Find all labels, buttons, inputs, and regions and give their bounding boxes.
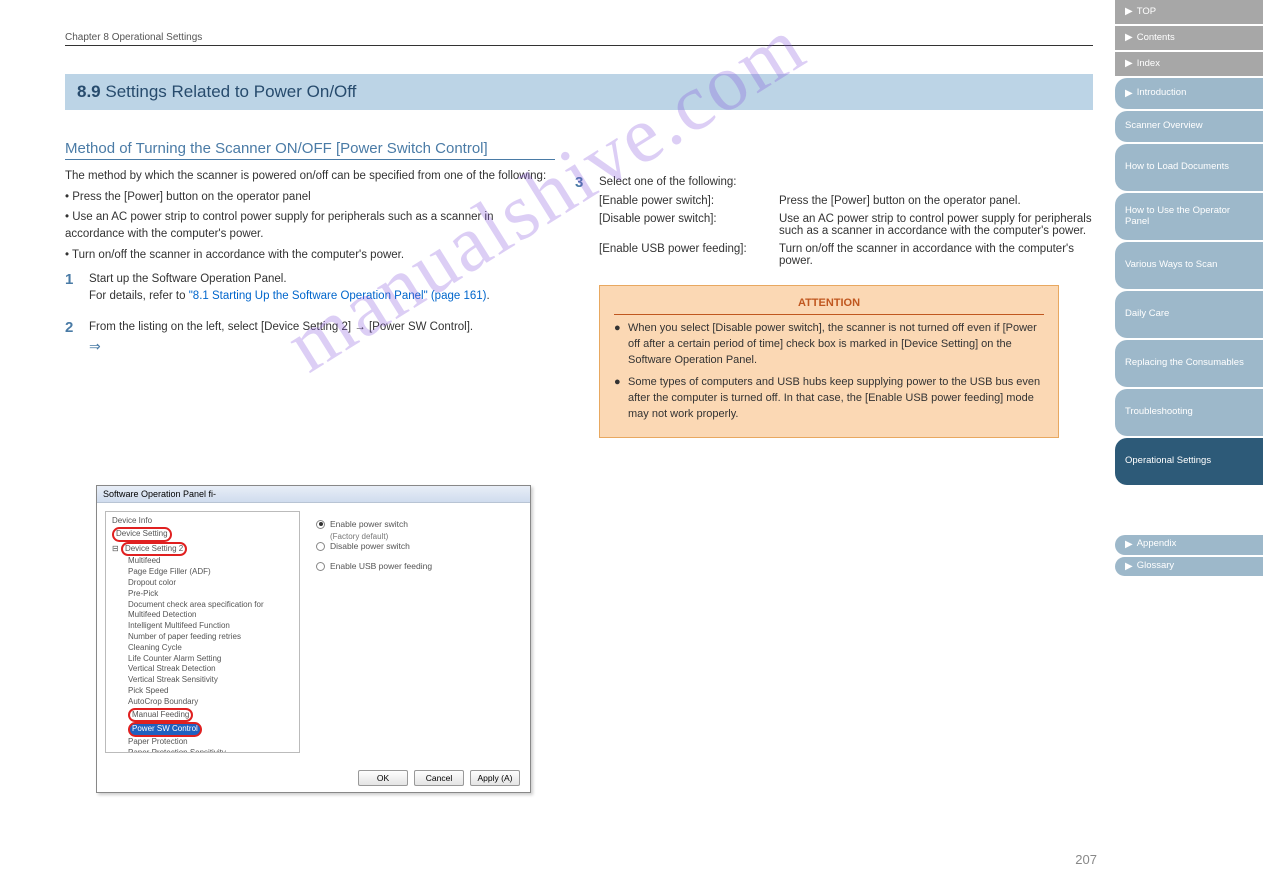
step-text: Start up the Software Operation Panel. <box>89 273 287 285</box>
bullet-icon: ● <box>614 321 628 369</box>
sidebar-nav: ▶TOP ▶Contents ▶Index ▶Introduction Scan… <box>1115 0 1263 576</box>
option-desc: Press the [Power] button on the operator… <box>779 195 1095 207</box>
tree-item[interactable]: Dropout color <box>108 578 297 589</box>
step-number: 2 <box>65 319 89 336</box>
radio-sub-label: (Factory default) <box>330 532 514 541</box>
tree-item[interactable]: Document check area specification for Mu… <box>108 600 297 622</box>
bullet-icon: ● <box>614 375 628 423</box>
ok-button[interactable]: OK <box>358 770 408 786</box>
tree-item-selected[interactable]: Power SW Control <box>108 722 297 737</box>
dialog-tree[interactable]: Device Info Device Setting ⊟ Device Sett… <box>105 511 300 753</box>
arrow-icon: ⇒ <box>89 338 101 355</box>
intro-bullet: • Use an AC power strip to control power… <box>65 209 555 242</box>
nav-glossary[interactable]: ▶Glossary <box>1115 557 1263 577</box>
nav-appendix[interactable]: ▶Appendix <box>1115 535 1263 555</box>
nav-index[interactable]: ▶Index <box>1115 52 1263 76</box>
radio-icon <box>316 542 325 551</box>
option-desc: Use an AC power strip to control power s… <box>779 213 1095 237</box>
triangle-icon: ▶ <box>1125 561 1133 573</box>
page-number: 207 <box>1075 852 1097 867</box>
tree-item[interactable]: Vertical Streak Sensitivity <box>108 675 297 686</box>
section-number: 8.9 <box>77 82 101 101</box>
attention-box: ATTENTION ●When you select [Disable powe… <box>599 285 1059 438</box>
triangle-icon: ▶ <box>1125 6 1133 18</box>
nav-contents[interactable]: ▶Contents <box>1115 26 1263 50</box>
tree-device-setting2[interactable]: ⊟ Device Setting 2 <box>108 542 297 557</box>
page-header: Chapter 8 Operational Settings <box>65 0 1093 46</box>
attention-label: ATTENTION <box>614 296 1044 315</box>
step-text: From the listing on the left, select [De… <box>89 319 473 336</box>
nav-chapter[interactable]: How to Load Documents <box>1115 144 1263 191</box>
nav-introduction[interactable]: ▶Introduction <box>1115 78 1263 109</box>
option-desc: Turn on/off the scanner in accordance wi… <box>779 243 1095 267</box>
triangle-icon: ▶ <box>1125 88 1133 100</box>
tree-item[interactable]: Life Counter Alarm Setting <box>108 654 297 665</box>
tree-item[interactable]: Multifeed <box>108 556 297 567</box>
apply-button[interactable]: Apply (A) <box>470 770 520 786</box>
subsection-heading: Method of Turning the Scanner ON/OFF [Po… <box>65 140 555 160</box>
tree-item[interactable]: Manual Feeding <box>108 708 297 723</box>
note-text: Some types of computers and USB hubs kee… <box>628 375 1044 423</box>
radio-icon <box>316 520 325 529</box>
tree-item[interactable]: Page Edge Filler (ADF) <box>108 567 297 578</box>
intro-text: The method by which the scanner is power… <box>65 168 555 263</box>
nav-chapter[interactable]: Daily Care <box>1115 291 1263 338</box>
cancel-button[interactable]: Cancel <box>414 770 464 786</box>
tree-device-setting[interactable]: Device Setting <box>108 527 297 542</box>
nav-chapter[interactable]: Replacing the Consumables <box>1115 340 1263 387</box>
nav-chapter[interactable]: Various Ways to Scan <box>1115 242 1263 289</box>
tree-item[interactable]: Paper Protection <box>108 737 297 748</box>
dialog-options: Enable power switch (Factory default) Di… <box>300 511 522 753</box>
radio-icon <box>316 562 325 571</box>
tree-item[interactable]: Intelligent Multifeed Function <box>108 621 297 632</box>
intro-line: The method by which the scanner is power… <box>65 168 555 185</box>
intro-bullet: • Press the [Power] button on the operat… <box>65 189 555 206</box>
radio-enable-usb-power[interactable]: Enable USB power feeding <box>316 561 514 571</box>
tree-item[interactable]: Vertical Streak Detection <box>108 664 297 675</box>
triangle-icon: ▶ <box>1125 539 1133 551</box>
software-operation-panel-dialog: Software Operation Panel fi- Device Info… <box>96 485 531 793</box>
nav-top[interactable]: ▶TOP <box>1115 0 1263 24</box>
section-banner: 8.9 Settings Related to Power On/Off <box>65 74 1093 110</box>
right-column: 3 Select one of the following: [Enable p… <box>575 150 1095 438</box>
tree-item[interactable]: Cleaning Cycle <box>108 643 297 654</box>
tree-item[interactable]: Number of paper feeding retries <box>108 632 297 643</box>
nav-chapter-active[interactable]: Operational Settings <box>1115 438 1263 485</box>
nav-chapter[interactable]: Troubleshooting <box>1115 389 1263 436</box>
tree-device-info[interactable]: Device Info <box>108 516 297 527</box>
step-2: 2 From the listing on the left, select [… <box>65 319 555 336</box>
tree-item[interactable]: Paper Protection Sensitivity <box>108 748 297 753</box>
tree-item[interactable]: Pre-Pick <box>108 589 297 600</box>
radio-disable-power-switch[interactable]: Disable power switch <box>316 541 514 551</box>
option-label: [Disable power switch]: <box>599 213 779 237</box>
step-link[interactable]: "8.1 Starting Up the Software Operation … <box>189 290 487 302</box>
step-number: 1 <box>65 271 89 304</box>
option-label: [Enable power switch]: <box>599 195 779 207</box>
dialog-title: Software Operation Panel fi- <box>97 486 530 503</box>
tree-item[interactable]: Pick Speed <box>108 686 297 697</box>
tree-item[interactable]: AutoCrop Boundary <box>108 697 297 708</box>
step-text: Select one of the following: <box>599 174 736 191</box>
step-result: ⇒ <box>89 338 555 355</box>
chapter-label: Chapter 8 Operational Settings <box>65 32 202 43</box>
step-1: 1 Start up the Software Operation Panel.… <box>65 271 555 304</box>
nav-chapter[interactable]: How to Use the Operator Panel <box>1115 193 1263 240</box>
note-text: When you select [Disable power switch], … <box>628 321 1044 369</box>
step-number: 3 <box>575 174 599 191</box>
radio-enable-power-switch[interactable]: Enable power switch <box>316 519 514 529</box>
section-title: Settings Related to Power On/Off <box>101 82 357 101</box>
triangle-icon: ▶ <box>1125 58 1133 70</box>
option-label: [Enable USB power feeding]: <box>599 243 779 267</box>
step-text-b: For details, refer to <box>89 290 189 302</box>
intro-bullet: • Turn on/off the scanner in accordance … <box>65 247 555 264</box>
nav-overview[interactable]: Scanner Overview <box>1115 111 1263 142</box>
triangle-icon: ▶ <box>1125 32 1133 44</box>
